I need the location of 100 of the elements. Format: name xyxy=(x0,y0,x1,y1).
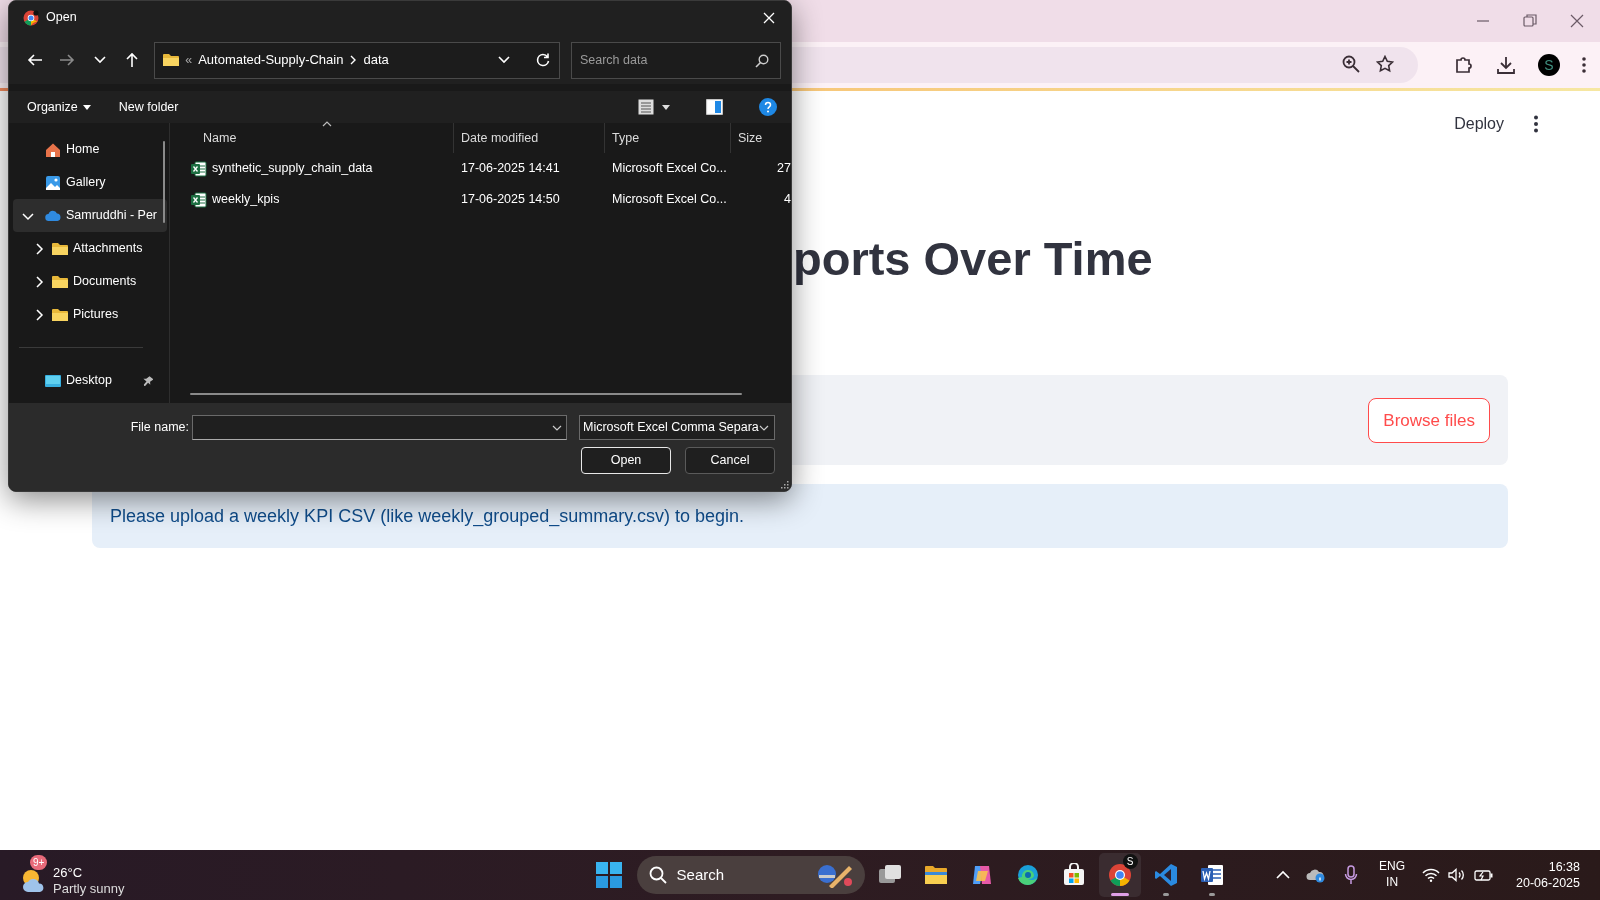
cloud-icon xyxy=(1306,867,1327,883)
deploy-button[interactable]: Deploy xyxy=(1454,112,1504,136)
chrome-icon xyxy=(23,9,39,26)
language-indicator[interactable]: ENG IN xyxy=(1368,859,1417,891)
nav-item[interactable]: Attachments xyxy=(13,232,167,265)
folder-icon xyxy=(52,240,68,257)
file-type-dropdown[interactable]: Microsoft Excel Comma Separa xyxy=(579,415,775,440)
toolbar-button[interactable]: New folder xyxy=(112,95,185,119)
code-editor-icon xyxy=(1153,863,1178,887)
battery-icon xyxy=(1474,868,1495,882)
quick-settings-button[interactable] xyxy=(1422,868,1495,882)
minimize-icon xyxy=(1474,20,1491,22)
profile-avatar[interactable]: S xyxy=(1538,54,1560,76)
microphone-icon xyxy=(1344,865,1359,885)
menu-icon xyxy=(1582,57,1586,73)
download-icon xyxy=(1496,55,1516,75)
document-icon xyxy=(1199,863,1224,887)
desktop-icon xyxy=(45,372,61,389)
dialog-button[interactable]: Cancel xyxy=(685,447,775,474)
edge-icon xyxy=(1015,863,1040,887)
field-label: File name: xyxy=(130,419,189,437)
column-header[interactable]: Date modified xyxy=(461,128,539,148)
restore-icon xyxy=(1521,13,1538,29)
notification-badge: 9+ xyxy=(30,855,48,870)
help-icon xyxy=(763,101,773,113)
more-button[interactable] xyxy=(1534,115,1538,133)
breadcrumb-item[interactable]: Automated-Supply-Chain xyxy=(198,50,344,70)
scrollbar[interactable] xyxy=(163,141,165,223)
taskbar-search[interactable]: Search xyxy=(636,856,865,894)
back-icon xyxy=(26,52,43,68)
search-field[interactable]: Search data xyxy=(570,41,781,79)
search-icon xyxy=(754,53,769,68)
folder-icon xyxy=(163,53,180,67)
scrollbar[interactable] xyxy=(190,393,742,395)
refresh-icon xyxy=(534,52,551,68)
nav-item[interactable]: Pictures xyxy=(13,298,167,331)
column-header[interactable]: Size xyxy=(738,128,763,148)
chevron-up-icon xyxy=(1276,870,1291,880)
menu-button[interactable] xyxy=(1582,57,1586,73)
chrome-icon xyxy=(1107,863,1132,887)
file-name-field[interactable] xyxy=(192,415,567,440)
spreadsheet-icon xyxy=(191,160,207,177)
sort-caret-icon xyxy=(322,121,332,127)
home-icon xyxy=(45,141,61,158)
zoom-button[interactable] xyxy=(1342,55,1360,73)
table-cell-text: 17-06-2025 14:41 xyxy=(461,160,560,178)
puzzle-icon xyxy=(1454,55,1474,75)
chevron-down-icon xyxy=(759,424,769,431)
dialog-button[interactable]: Open xyxy=(581,447,671,474)
chevron-down-icon xyxy=(552,424,562,431)
close-icon xyxy=(762,10,776,25)
table-cell-text: 27 xyxy=(777,160,791,178)
chevron-right-icon xyxy=(349,55,358,65)
wifi-icon xyxy=(1422,868,1441,882)
preview-pane-icon xyxy=(706,99,723,115)
table-cell-text: 17-06-2025 14:50 xyxy=(461,191,560,209)
preview-pane-button[interactable] xyxy=(706,99,723,115)
help-button[interactable] xyxy=(759,98,777,116)
breadcrumb-item[interactable]: data xyxy=(363,50,389,70)
more-icon xyxy=(1534,115,1538,133)
organize-menu[interactable]: Organize xyxy=(21,95,97,119)
weather-condition: Partly sunny xyxy=(53,881,125,897)
taskbar-app[interactable]: S xyxy=(1098,853,1141,897)
resize-grip-icon xyxy=(781,481,789,489)
folder-icon xyxy=(52,306,68,323)
windows-icon xyxy=(595,862,622,888)
file-name[interactable]: weekly_kpis xyxy=(212,190,280,209)
search-icon xyxy=(648,866,667,884)
bookmark-button[interactable] xyxy=(1376,55,1394,73)
file-name[interactable]: synthetic_supply_chain_data xyxy=(212,159,373,178)
address-box[interactable]: « Automated-Supply-Chain data xyxy=(154,41,560,79)
caret-icon xyxy=(662,104,670,110)
extensions-button[interactable] xyxy=(1454,55,1474,75)
zoom-icon xyxy=(1342,55,1360,73)
forward-icon xyxy=(59,52,76,68)
nav-item[interactable]: Home xyxy=(13,133,167,166)
profile-badge: S xyxy=(1122,854,1138,869)
column-header[interactable]: Type xyxy=(612,128,640,148)
nav-item[interactable]: Gallery xyxy=(13,166,167,199)
nav-item[interactable]: Desktop xyxy=(13,364,167,397)
download-button[interactable] xyxy=(1496,55,1516,75)
table-cell-text: Microsoft Excel Co... xyxy=(612,160,727,178)
close-icon xyxy=(1568,13,1585,29)
nav-item[interactable]: Documents xyxy=(13,265,167,298)
overflow-chevron[interactable]: « xyxy=(185,50,193,70)
volume-icon xyxy=(1448,868,1467,882)
table-cell-text: 4 xyxy=(784,191,791,209)
refresh-button[interactable] xyxy=(534,52,551,68)
info-message: Please upload a weekly KPI CSV (like weekly_grouped_summary.csv) to begin. xyxy=(110,504,744,529)
list-view-icon xyxy=(638,99,654,115)
temperature: 26°C xyxy=(53,865,84,881)
star-icon xyxy=(1376,55,1394,73)
clock[interactable]: 16:38 20-06-2025 xyxy=(1516,858,1580,892)
nav-item[interactable]: Samruddhi - Per xyxy=(13,199,167,232)
picture-icon xyxy=(45,174,61,191)
folder-icon xyxy=(52,273,68,290)
table-cell-text: Microsoft Excel Co... xyxy=(612,191,727,209)
window-title: Open xyxy=(46,9,77,27)
page-heading: ports Over Time xyxy=(793,231,1154,287)
column-header[interactable]: Name xyxy=(203,128,237,148)
